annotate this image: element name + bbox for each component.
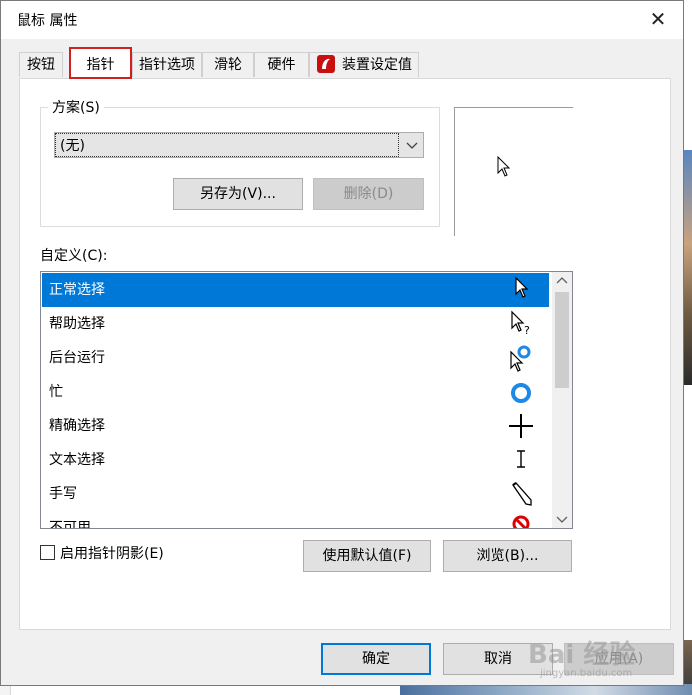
tab-pointers[interactable]: 指针 (69, 47, 132, 79)
list-item-label: 手写 (49, 486, 77, 502)
scroll-thumb[interactable] (555, 292, 569, 388)
scheme-dropdown[interactable]: (无) (54, 132, 424, 158)
list-item-label: 正常选择 (49, 282, 105, 298)
working-in-background-cursor-icon (507, 344, 535, 372)
ok-button[interactable]: 确定 (321, 643, 431, 675)
help-cursor-icon: ? (507, 310, 535, 338)
list-item-label: 帮助选择 (49, 316, 105, 332)
mouse-properties-dialog: 鼠标 属性 ✕ 按钮 指针 指针选项 滑轮 硬件 装置设定值 方案(S) (无)… (0, 0, 684, 686)
chevron-down-icon (404, 137, 420, 153)
busy-cursor-icon (507, 378, 535, 406)
pointer-shadow-checkbox[interactable] (40, 545, 55, 560)
scheme-group-label: 方案(S) (48, 97, 104, 117)
tab-label: 装置设定值 (342, 57, 412, 73)
list-item-label: 后台运行 (49, 350, 105, 366)
pen-cursor-icon (507, 480, 535, 508)
close-icon: ✕ (649, 7, 667, 31)
tab-pointer-options[interactable]: 指针选项 (132, 52, 202, 77)
arrow-cursor-icon (507, 276, 535, 304)
list-item[interactable]: 正常选择 (42, 273, 549, 307)
list-item-label: 精确选择 (49, 418, 105, 434)
tab-buttons[interactable]: 按钮 (19, 52, 63, 77)
scroll-down-icon[interactable] (552, 510, 572, 528)
tab-label: 滑轮 (214, 57, 242, 73)
tab-label: 指针 (86, 57, 115, 73)
list-item-label: 文本选择 (49, 452, 105, 468)
cursor-preview (454, 107, 573, 236)
close-button[interactable]: ✕ (641, 5, 675, 35)
unavailable-cursor-icon (507, 514, 535, 528)
watermark-url: jingyan.baidu.com (540, 668, 633, 679)
list-item[interactable]: 帮助选择 ? (42, 307, 549, 341)
list-item[interactable]: 文本选择 (42, 443, 549, 477)
cursor-list[interactable]: 正常选择 帮助选择 ? 后台运行 忙 精确选择 文本选择 手写 不可用 (40, 271, 573, 529)
scheme-dropdown-value: (无) (55, 133, 399, 157)
window-title: 鼠标 属性 (17, 13, 78, 29)
list-item-label: 忙 (49, 384, 63, 400)
text-beam-cursor-icon (507, 446, 535, 474)
tab-bar: 按钮 指针 指针选项 滑轮 硬件 装置设定值 (19, 47, 669, 79)
tab-label: 指针选项 (139, 57, 195, 73)
list-item[interactable]: 精确选择 (42, 409, 549, 443)
list-item[interactable]: 忙 (42, 375, 549, 409)
tab-device-settings[interactable]: 装置设定值 (309, 52, 419, 77)
arrow-cursor-icon (497, 155, 511, 182)
save-as-button[interactable]: 另存为(V)... (173, 178, 303, 210)
list-item[interactable]: 后台运行 (42, 341, 549, 375)
list-item[interactable]: 手写 (42, 477, 549, 511)
tab-label: 硬件 (267, 57, 296, 73)
pointers-tab-panel: 方案(S) (无) 另存为(V)... 删除(D) 自定义(C): 正常选择 帮… (19, 78, 671, 630)
svg-text:?: ? (524, 324, 530, 337)
title-bar: 鼠标 属性 ✕ (1, 1, 683, 39)
pointer-shadow-label: 启用指针阴影(E) (60, 546, 164, 562)
crosshair-cursor-icon (507, 412, 535, 440)
watermark: Bai 经验 (528, 640, 636, 670)
customize-label: 自定义(C): (40, 248, 108, 264)
list-item[interactable]: 不可用 (42, 511, 549, 529)
tab-wheel[interactable]: 滑轮 (202, 52, 254, 77)
delete-scheme-button[interactable]: 删除(D) (313, 178, 424, 210)
browse-button[interactable]: 浏览(B)... (443, 540, 572, 572)
device-settings-icon (316, 54, 336, 74)
tab-label: 按钮 (27, 57, 55, 73)
list-scrollbar[interactable] (552, 272, 572, 528)
scroll-up-icon[interactable] (552, 272, 572, 290)
tab-hardware[interactable]: 硬件 (254, 52, 309, 77)
list-item-label: 不可用 (49, 520, 91, 529)
use-default-button[interactable]: 使用默认值(F) (303, 540, 431, 572)
